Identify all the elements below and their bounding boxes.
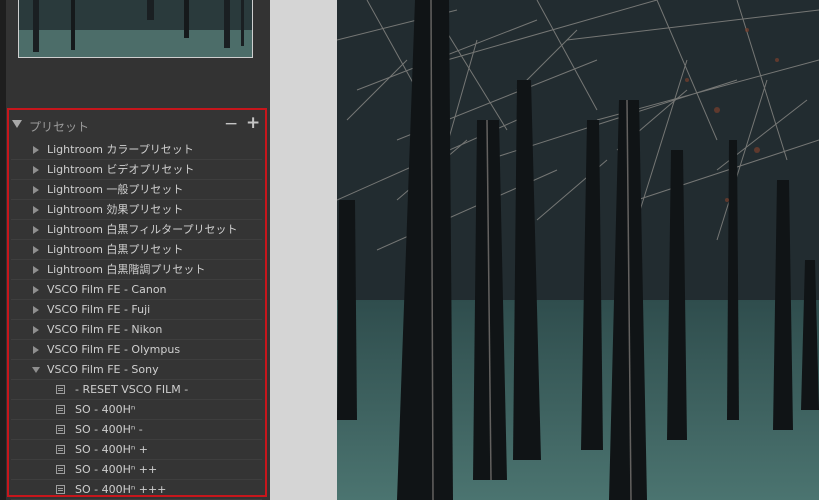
disclosure-right-icon[interactable] <box>33 186 39 194</box>
preset-item[interactable]: SO - 400Hⁿ +++ <box>11 480 262 500</box>
preset-item[interactable]: SO - 400Hⁿ - <box>11 420 262 440</box>
preset-folder[interactable]: Lightroom ビデオプリセット <box>11 160 262 180</box>
preset-label: Lightroom 白黒フィルタープリセット <box>47 223 238 236</box>
disclosure-right-icon[interactable] <box>33 146 39 154</box>
preset-folder[interactable]: Lightroom カラープリセット <box>11 140 262 160</box>
preset-file-icon <box>56 405 65 414</box>
preset-label: SO - 400Hⁿ - <box>75 423 143 436</box>
disclosure-right-icon[interactable] <box>33 326 39 334</box>
preset-label: SO - 400Hⁿ + <box>75 443 148 456</box>
preset-label: Lightroom ビデオプリセット <box>47 163 195 176</box>
preset-file-icon <box>56 465 65 474</box>
preset-file-icon <box>56 385 65 394</box>
preset-item[interactable]: SO - 400Hⁿ + <box>11 440 262 460</box>
preset-label: SO - 400Hⁿ ++ <box>75 463 158 476</box>
presets-panel: プリセット − + Lightroom カラープリセット Lightroom ビデ… <box>7 108 267 500</box>
preset-label: VSCO Film FE - Olympus <box>47 343 181 356</box>
preset-file-icon <box>56 425 65 434</box>
preset-label: VSCO Film FE - Sony <box>47 363 159 376</box>
preset-folder[interactable]: VSCO Film FE - Canon <box>11 280 262 300</box>
disclosure-right-icon[interactable] <box>33 226 39 234</box>
preset-file-icon <box>56 445 65 454</box>
preset-folder[interactable]: Lightroom 白黒プリセット <box>11 240 262 260</box>
preset-folder[interactable]: VSCO Film FE - Olympus <box>11 340 262 360</box>
navigator-preview[interactable] <box>18 0 253 58</box>
remove-preset-button[interactable]: − <box>224 114 238 134</box>
preset-item[interactable]: - RESET VSCO FILM - <box>11 380 262 400</box>
preset-item[interactable]: SO - 400Hⁿ <box>11 400 262 420</box>
presets-panel-header[interactable]: プリセット − + <box>9 110 265 140</box>
disclosure-right-icon[interactable] <box>33 346 39 354</box>
presets-panel-title: プリセット <box>29 120 90 134</box>
preset-label: Lightroom 一般プリセット <box>47 183 184 196</box>
preset-label: VSCO Film FE - Nikon <box>47 323 163 336</box>
preset-label: Lightroom 白黒階調プリセット <box>47 263 206 276</box>
preset-folder[interactable]: Lightroom 効果プリセット <box>11 200 262 220</box>
disclosure-right-icon[interactable] <box>33 266 39 274</box>
preset-file-icon <box>56 485 65 494</box>
preset-list: Lightroom カラープリセット Lightroom ビデオプリセット Ligh… <box>11 140 262 500</box>
preset-label: Lightroom 効果プリセット <box>47 203 184 216</box>
preset-label: VSCO Film FE - Canon <box>47 283 167 296</box>
lightroom-window: プリセット − + Lightroom カラープリセット Lightroom ビデ… <box>0 0 819 500</box>
left-panel: プリセット − + Lightroom カラープリセット Lightroom ビデ… <box>0 0 270 500</box>
preset-folder[interactable]: Lightroom 白黒フィルタープリセット <box>11 220 262 240</box>
preset-folder[interactable]: VSCO Film FE - Nikon <box>11 320 262 340</box>
preset-label: - RESET VSCO FILM - <box>75 383 189 396</box>
disclosure-right-icon[interactable] <box>33 166 39 174</box>
preset-label: Lightroom 白黒プリセット <box>47 243 184 256</box>
preset-label: VSCO Film FE - Fuji <box>47 303 151 316</box>
collapse-triangle-icon[interactable] <box>12 120 22 128</box>
disclosure-right-icon[interactable] <box>33 206 39 214</box>
preset-folder[interactable]: Lightroom 一般プリセット <box>11 180 262 200</box>
preset-label: Lightroom カラープリセット <box>47 143 194 156</box>
preset-item[interactable]: SO - 400Hⁿ ++ <box>11 460 262 480</box>
preset-label: SO - 400Hⁿ <box>75 403 136 416</box>
add-preset-button[interactable]: + <box>246 113 260 133</box>
preset-label: SO - 400Hⁿ +++ <box>75 483 167 496</box>
panel-gap <box>270 0 337 500</box>
preset-folder[interactable]: VSCO Film FE - Sony <box>11 360 262 380</box>
photo-preview <box>337 0 819 500</box>
disclosure-right-icon[interactable] <box>33 306 39 314</box>
disclosure-down-icon[interactable] <box>32 367 40 373</box>
disclosure-right-icon[interactable] <box>33 286 39 294</box>
panel-edge <box>0 0 6 500</box>
preset-folder[interactable]: VSCO Film FE - Fuji <box>11 300 262 320</box>
preset-folder[interactable]: Lightroom 白黒階調プリセット <box>11 260 262 280</box>
disclosure-right-icon[interactable] <box>33 246 39 254</box>
